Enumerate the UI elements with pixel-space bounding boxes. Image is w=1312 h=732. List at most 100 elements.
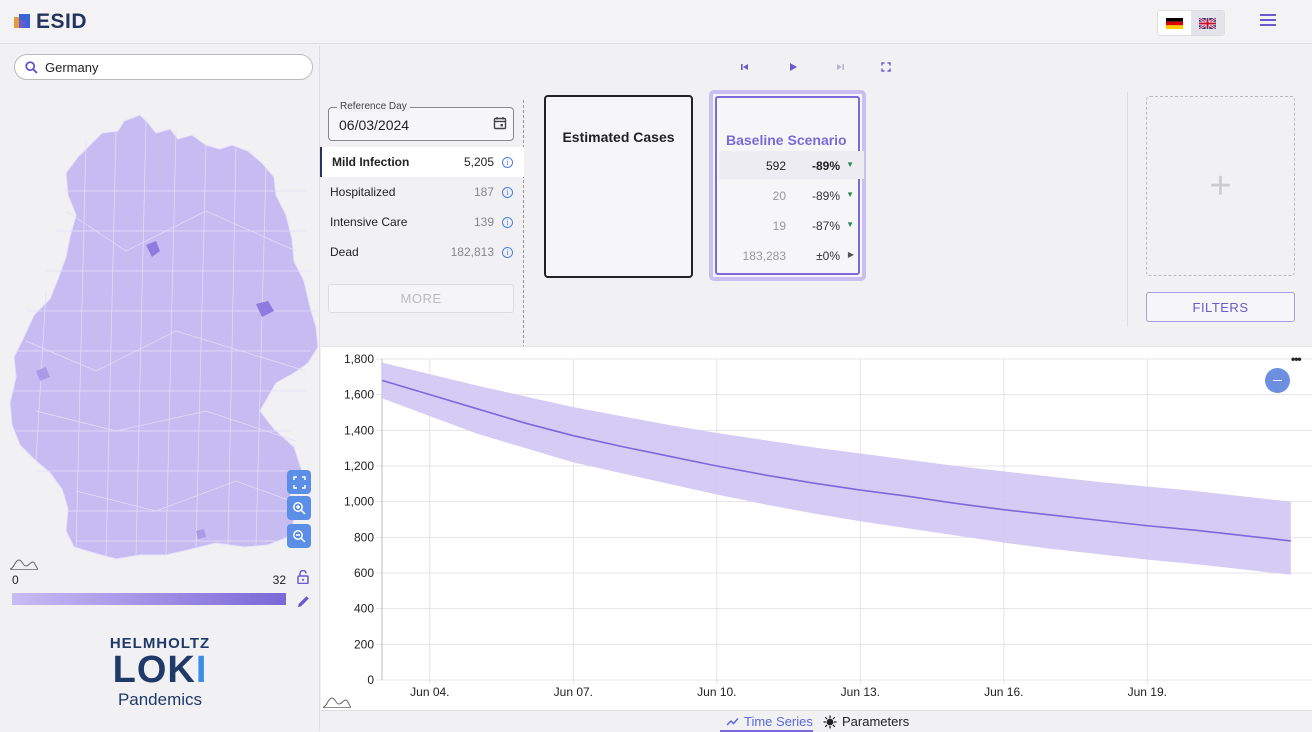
playback-controls — [740, 62, 900, 76]
germany-district-map[interactable] — [6, 111, 322, 601]
x-tick-label: Jun 07. — [554, 685, 593, 699]
scenario-row: 592 -89% ▼ — [719, 151, 864, 179]
lock-icon[interactable] — [297, 570, 309, 584]
legend-gradient — [12, 593, 286, 605]
info-icon[interactable]: i — [502, 216, 513, 228]
scenario-value: 19 — [772, 219, 786, 233]
virus-icon — [823, 715, 837, 728]
y-tick-label: 0 — [367, 673, 374, 687]
estimated-cases-card[interactable]: Estimated Cases — [544, 95, 693, 278]
card-title: Estimated Cases — [562, 129, 675, 145]
legend-max: 32 — [272, 573, 286, 587]
filters-button[interactable]: FILTERS — [1146, 292, 1295, 322]
play-icon[interactable] — [788, 62, 798, 72]
down-arrow-icon: ▼ — [846, 160, 854, 169]
y-tick-label: 1,400 — [344, 423, 374, 437]
baseline-scenario-card[interactable]: Baseline Scenario 592 -89% ▼ 20 -89% ▼ 1… — [709, 90, 866, 281]
tab-label: Time Series — [744, 714, 813, 729]
scenario-value: 183,283 — [742, 249, 786, 263]
time-series-chart: 0 200 400 600 800 1,000 1,200 1,400 1,600 1,800 Ju… — [321, 346, 1312, 710]
compartment-name: Hospitalized — [330, 185, 396, 199]
tab-parameters[interactable]: Parameters — [823, 714, 909, 729]
y-tick-label: 1,600 — [344, 388, 374, 402]
compartment-row-intensive-care[interactable]: Intensive Care 139 i — [320, 207, 524, 237]
more-options-icon[interactable]: ••• — [1291, 352, 1302, 366]
x-tick-label: Jun 04. — [410, 685, 449, 699]
compartment-name: Mild Infection — [332, 155, 410, 169]
language-de-button[interactable] — [1158, 11, 1191, 35]
compartment-value: 5,205 — [463, 155, 494, 169]
baseline-card-inner: Baseline Scenario 592 -89% ▼ 20 -89% ▼ 1… — [715, 96, 864, 275]
info-icon[interactable]: i — [502, 246, 513, 258]
zoom-in-icon — [293, 502, 306, 515]
german-flag-icon — [1166, 17, 1183, 29]
tab-label: Parameters — [842, 714, 910, 729]
map-legend: 0 32 — [12, 573, 312, 605]
right-arrow-icon: ▶ — [847, 250, 854, 259]
y-tick-label: 400 — [354, 602, 374, 616]
info-icon[interactable]: i — [502, 186, 513, 198]
compartment-value: 139 — [473, 215, 494, 229]
x-tick-label: Jun 19. — [1128, 685, 1167, 699]
y-tick-label: 600 — [354, 566, 374, 580]
helmholtz-logo: HELMHOLTZ LOKI Pandemics — [0, 635, 320, 710]
y-tick-label: 800 — [354, 530, 374, 544]
sidebar: 0 32 HELMHOLTZ LOKI Pandemics — [0, 45, 320, 731]
uk-flag-icon — [1199, 17, 1216, 29]
scenario-percent: ±0% — [816, 249, 840, 263]
scenario-value: 20 — [772, 189, 786, 203]
y-tick-label: 1,200 — [344, 459, 374, 473]
scenario-value: 592 — [765, 159, 786, 173]
compartment-row-mild-infection[interactable]: Mild Infection 5,205 i — [320, 147, 524, 177]
app-logo: ESID — [14, 10, 87, 34]
zoom-in-button[interactable] — [287, 496, 311, 520]
x-tick-label: Jun 16. — [984, 685, 1023, 699]
skip-back-icon[interactable] — [740, 62, 750, 72]
district-search — [14, 54, 313, 80]
search-icon — [25, 60, 38, 74]
compartment-row-hospitalized[interactable]: Hospitalized 187 i — [320, 177, 524, 207]
x-tick-label: Jun 13. — [841, 685, 880, 699]
bottom-tabs: Time Series Parameters — [321, 710, 1312, 732]
language-switcher — [1157, 10, 1225, 36]
scenario-percent: -87% — [811, 219, 840, 233]
trend-icon — [726, 717, 739, 726]
reference-day-label: Reference Day — [337, 101, 410, 112]
card-title: Baseline Scenario — [726, 132, 847, 148]
chart-svg: 0 200 400 600 800 1,000 1,200 1,400 1,600 1,800 Ju… — [344, 352, 1312, 699]
compartment-name: Dead — [330, 245, 359, 259]
minimize-chart-button[interactable] — [1265, 368, 1290, 393]
reference-day-field[interactable]: Reference Day — [328, 101, 514, 141]
down-arrow-icon: ▼ — [846, 220, 854, 229]
menu-icon[interactable] — [1260, 14, 1276, 28]
plus-icon: + — [1209, 164, 1232, 207]
scenario-row: 20 -89% ▼ — [719, 181, 864, 209]
y-tick-label: 1,800 — [344, 352, 374, 366]
compartment-row-dead[interactable]: Dead 182,813 i — [320, 237, 524, 267]
loki-wordmark: LOKI — [112, 649, 208, 691]
reference-day-input[interactable] — [339, 117, 469, 133]
logo-icon — [14, 14, 32, 30]
skip-forward-icon[interactable] — [835, 62, 845, 72]
y-tick-label: 200 — [354, 637, 374, 651]
distribution-icon — [10, 559, 38, 570]
tab-time-series[interactable]: Time Series — [726, 714, 813, 729]
scenario-percent: -89% — [811, 159, 840, 173]
filters-divider — [1127, 92, 1128, 327]
calendar-icon[interactable] — [493, 116, 507, 130]
info-icon[interactable]: i — [502, 156, 513, 168]
search-input[interactable] — [45, 59, 285, 75]
fullscreen-map-button[interactable] — [287, 470, 311, 494]
edit-icon[interactable] — [297, 595, 310, 608]
compartment-value: 187 — [473, 185, 494, 199]
fullscreen-icon[interactable] — [881, 62, 891, 72]
add-scenario-button[interactable]: + — [1146, 96, 1295, 276]
more-button[interactable]: MORE — [328, 284, 514, 313]
scenario-row: 183,283 ±0% ▶ — [719, 241, 864, 269]
x-tick-label: Jun 10. — [697, 685, 736, 699]
zoom-out-button[interactable] — [287, 524, 311, 548]
compartment-name: Intensive Care — [330, 215, 408, 229]
language-en-button[interactable] — [1191, 11, 1224, 35]
zoom-out-icon — [293, 530, 306, 543]
expand-icon — [292, 475, 306, 489]
